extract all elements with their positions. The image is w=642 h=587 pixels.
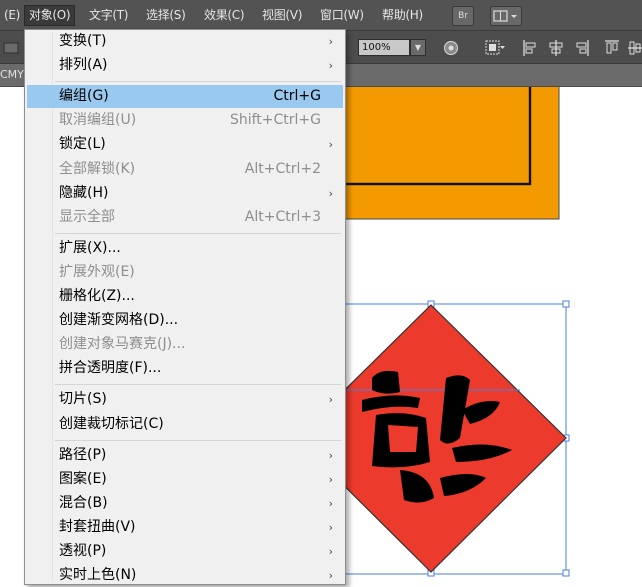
menu-item-label: 编组(G) — [59, 88, 109, 105]
menu-item-shortcut: Alt+Ctrl+3 — [244, 208, 321, 225]
menu-item-label: 取消编组(U) — [59, 112, 137, 129]
menu-item-label: 排列(A) — [59, 57, 108, 74]
menu-item-label: 变换(T) — [59, 33, 107, 49]
opacity-zoom-field[interactable]: 100% — [358, 39, 410, 56]
submenu-arrow-icon: › — [328, 138, 333, 152]
arrange-documents-icon — [493, 10, 517, 22]
submenu-arrow-icon: › — [328, 496, 333, 510]
menu-view[interactable]: 视图(V) — [258, 5, 306, 26]
menu-item-label: 隐藏(H) — [59, 184, 109, 201]
menu-item[interactable]: 透视(P) › — [27, 540, 343, 563]
menu-item-label: 栅格化(Z)... — [59, 288, 135, 304]
menu-separator — [55, 439, 341, 441]
submenu-arrow-icon: › — [328, 545, 333, 558]
menu-edit[interactable]: (E) — [0, 5, 24, 26]
menu-item[interactable]: 图案(E) › — [27, 468, 343, 491]
align-top-icon[interactable] — [604, 39, 620, 57]
menu-separator — [55, 81, 341, 83]
align-right-icon[interactable] — [574, 39, 590, 57]
menu-separator — [55, 232, 341, 234]
menu-item[interactable]: 锁定(L) › — [27, 133, 343, 156]
menu-item-label: 创建裁切标记(C) — [59, 415, 164, 432]
menu-item-label: 显示全部 — [59, 208, 115, 225]
menu-item-label: 切片(S) — [59, 391, 107, 408]
menu-item-label: 全部解锁(K) — [59, 160, 136, 177]
menu-object[interactable]: 对象(O) — [24, 5, 76, 26]
menu-item[interactable]: 拼合透明度(F)... — [27, 357, 343, 380]
menu-item-label: 透视(P) — [59, 543, 107, 559]
align-to-icon[interactable] — [484, 39, 506, 57]
menu-item[interactable]: 隐藏(H) › — [27, 182, 343, 205]
menu-item-shortcut: Ctrl+G — [273, 88, 322, 105]
menu-item[interactable]: 混合(B) › — [27, 492, 343, 515]
menu-item-label: 锁定(L) — [59, 136, 106, 153]
menu-item-label: 拼合透明度(F)... — [59, 360, 162, 377]
menu-item: 扩展外观(E) — [27, 261, 343, 284]
submenu-arrow-icon: › — [328, 59, 333, 73]
menu-item[interactable]: 实时上色(N) › — [27, 564, 343, 587]
document-tab-label[interactable]: CMY — [0, 68, 24, 81]
menu-item[interactable]: 变换(T) › — [27, 30, 343, 53]
align-horizontal-center-icon[interactable] — [548, 39, 564, 57]
menu-item[interactable]: 切片(S) › — [27, 388, 343, 411]
submenu-arrow-icon: › — [328, 393, 333, 407]
submenu-arrow-icon: › — [328, 448, 333, 462]
menu-item-label: 创建对象马赛克(J)... — [59, 336, 186, 353]
submenu-arrow-icon: › — [328, 520, 333, 534]
menu-type[interactable]: 文字(T) — [85, 5, 132, 26]
menu-bar: (E) 对象(O) 文字(T) 选择(S) 效果(C) 视图(V) 窗口(W) … — [0, 0, 642, 31]
submenu-arrow-icon: › — [328, 569, 333, 583]
menu-item: 取消编组(U) Shift+Ctrl+G — [27, 109, 343, 132]
menu-item-label: 扩展外观(E) — [59, 263, 135, 280]
menu-item-label: 扩展(X)... — [59, 239, 121, 256]
bridge-button[interactable]: Br — [452, 6, 474, 26]
zoom-dropdown-button[interactable]: ▼ — [410, 39, 426, 56]
menu-item-label: 路径(P) — [59, 446, 107, 463]
menu-separator — [55, 384, 341, 386]
menu-item-label: 封套扭曲(V) — [59, 518, 136, 535]
menu-item-label: 创建渐变网格(D)... — [59, 312, 179, 329]
menu-item[interactable]: 路径(P) › — [27, 444, 343, 467]
arrange-documents-button[interactable] — [490, 6, 522, 26]
object-menu-dropdown: 变换(T) › 排列(A) › 编组(G) Ctrl+G 取消编组(U) Shift+Ctrl… — [24, 29, 346, 585]
menu-select[interactable]: 选择(S) — [142, 5, 189, 26]
submenu-arrow-icon: › — [328, 472, 333, 486]
recolor-artwork-icon[interactable] — [442, 39, 460, 57]
bridge-label: Br — [458, 11, 468, 21]
toolbar-handle-icon — [3, 42, 19, 54]
menu-window[interactable]: 窗口(W) — [316, 5, 368, 26]
menu-item: 创建对象马赛克(J)... — [27, 333, 343, 356]
menu-item[interactable]: 排列(A) › — [27, 54, 343, 77]
menu-item-label: 图案(E) — [59, 470, 107, 487]
menu-item[interactable]: 创建渐变网格(D)... — [27, 309, 343, 332]
zoom-value: 100% — [362, 42, 391, 53]
menu-item: 全部解锁(K) Alt+Ctrl+2 — [27, 158, 343, 181]
align-left-icon[interactable] — [522, 39, 538, 57]
align-vertical-center-icon[interactable] — [628, 39, 642, 57]
menu-item-shortcut: Alt+Ctrl+2 — [244, 160, 321, 177]
menu-help[interactable]: 帮助(H) — [378, 5, 427, 26]
menu-item: 显示全部 Alt+Ctrl+3 — [27, 206, 343, 229]
menu-item-label: 混合(B) — [59, 494, 108, 511]
menu-item[interactable]: 编组(G) Ctrl+G — [27, 85, 343, 109]
menu-item[interactable]: 创建裁切标记(C) — [27, 413, 343, 436]
menu-item-shortcut: Shift+Ctrl+G — [229, 112, 321, 129]
menu-item-label: 实时上色(N) — [59, 567, 137, 584]
menu-item[interactable]: 封套扭曲(V) › — [27, 516, 343, 539]
submenu-arrow-icon: › — [328, 186, 333, 200]
menu-effect[interactable]: 效果(C) — [200, 5, 248, 26]
menu-item[interactable]: 栅格化(Z)... — [27, 285, 343, 308]
menu-item[interactable]: 扩展(X)... — [27, 237, 343, 260]
submenu-arrow-icon: › — [328, 35, 333, 48]
